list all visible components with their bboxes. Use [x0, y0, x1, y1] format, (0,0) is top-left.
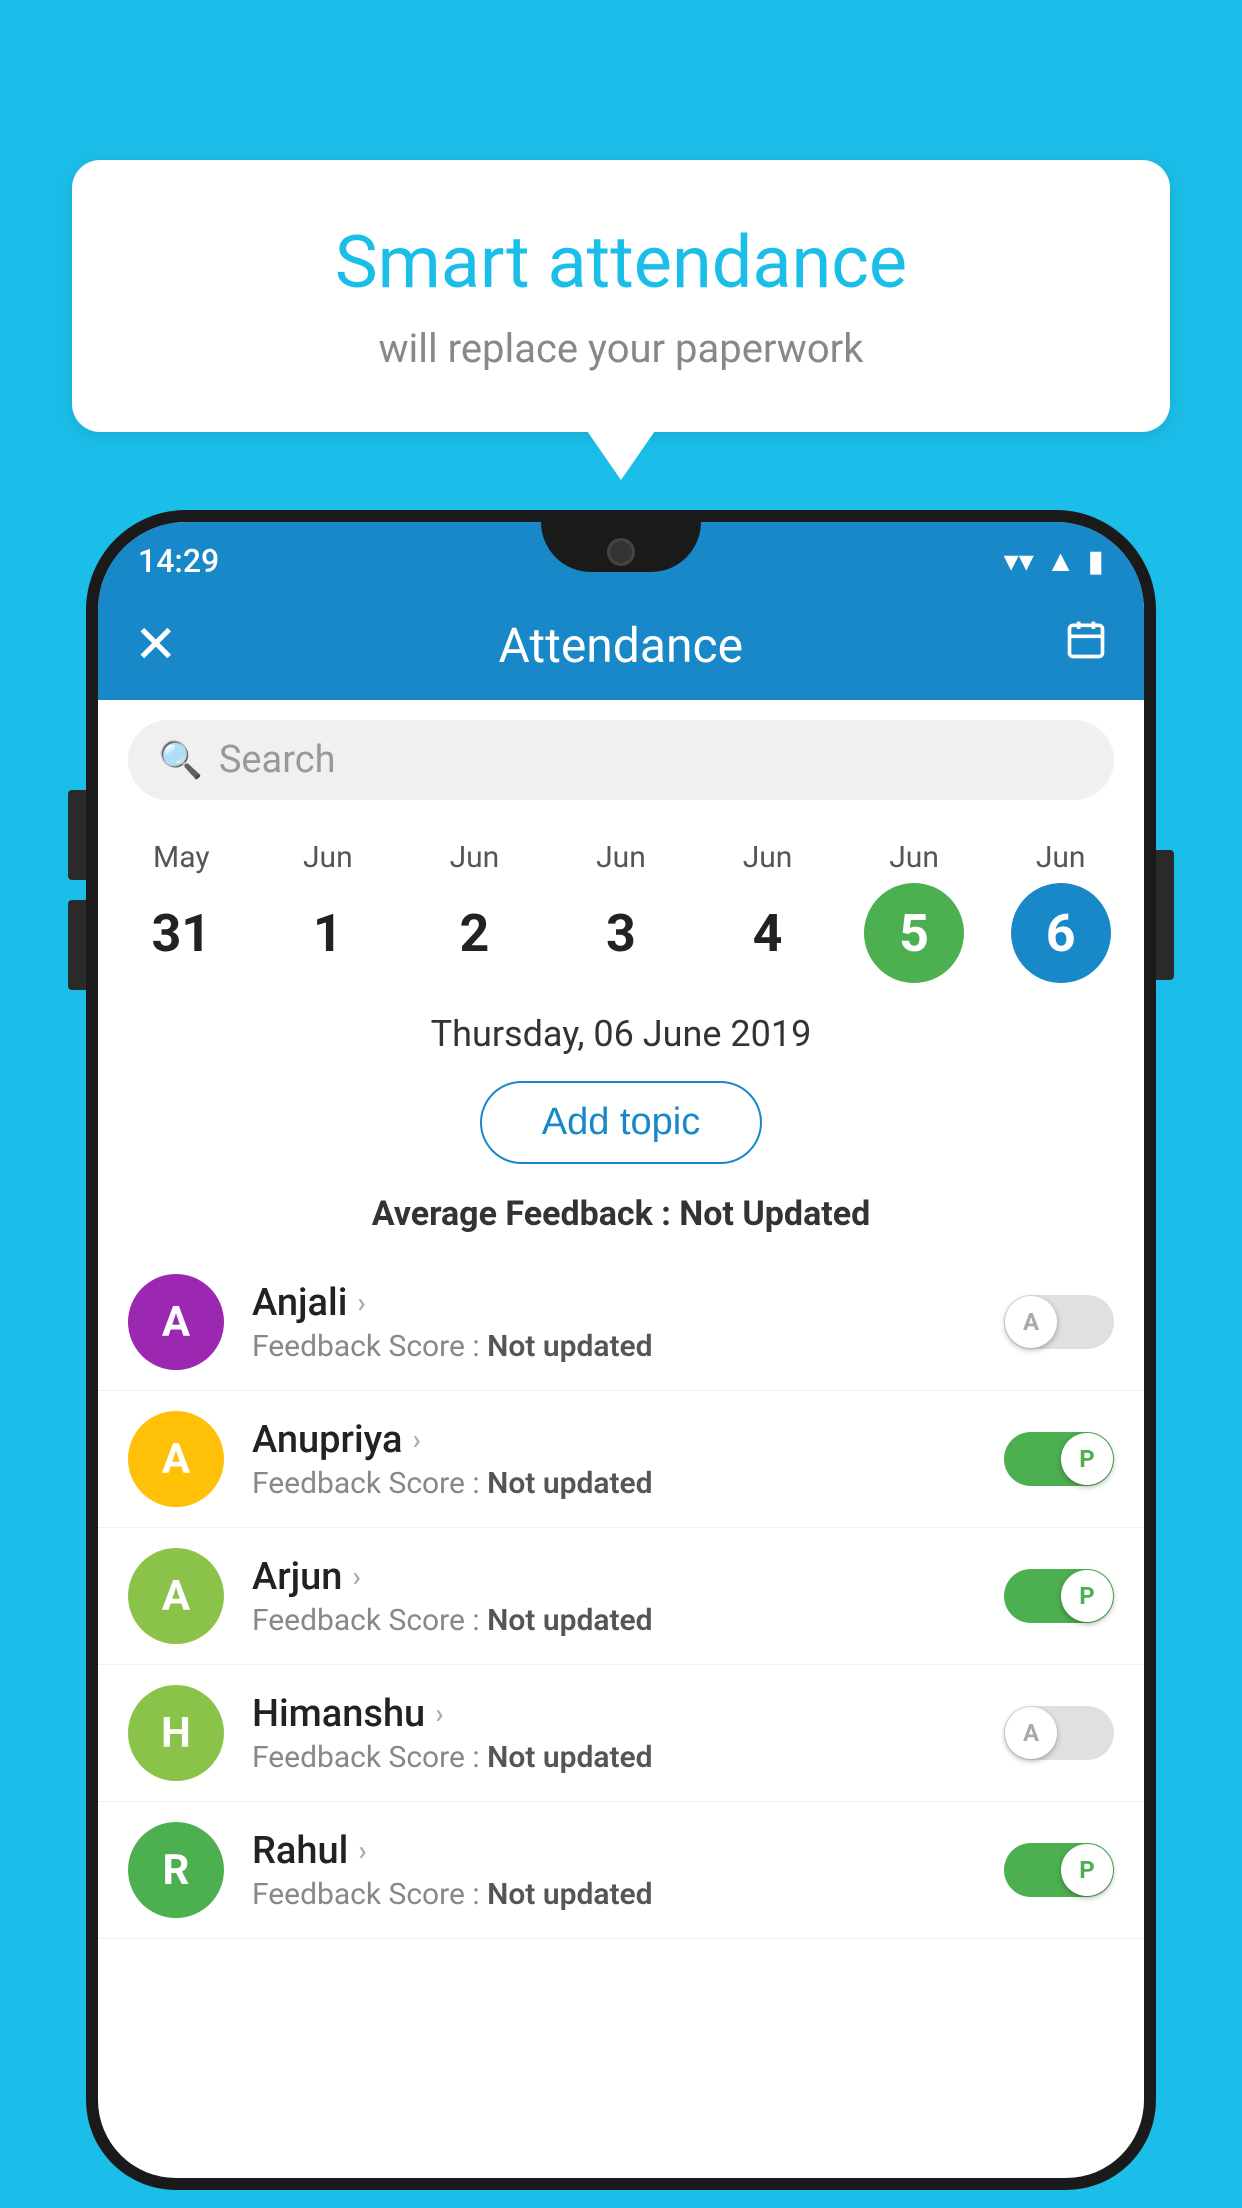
student-info: Arjun › Feedback Score : Not updated	[252, 1555, 976, 1638]
student-item[interactable]: A Anupriya › Feedback Score : Not updated P	[98, 1391, 1144, 1528]
calendar-button[interactable]	[1064, 618, 1108, 673]
cal-month-label: Jun	[743, 840, 793, 875]
calendar-strip: May 31 Jun 1 Jun 2 Jun 3 Jun 4 Jun 5 Jun 6	[98, 820, 1144, 993]
feedback-value: Not Updated	[679, 1194, 870, 1234]
student-info: Anjali › Feedback Score : Not updated	[252, 1281, 976, 1364]
speech-bubble-container: Smart attendance will replace your paper…	[72, 160, 1170, 432]
student-name: Anjali ›	[252, 1281, 976, 1325]
student-info: Rahul › Feedback Score : Not updated	[252, 1829, 976, 1912]
close-button[interactable]: ✕	[134, 619, 178, 671]
attendance-toggle[interactable]: P	[1004, 1569, 1114, 1623]
student-feedback: Feedback Score : Not updated	[252, 1740, 976, 1775]
cal-date-number: 3	[571, 883, 671, 983]
vol-down-btn	[68, 900, 86, 990]
cal-date-number: 5	[864, 883, 964, 983]
cal-date-number: 6	[1011, 883, 1111, 983]
vol-up-btn	[68, 790, 86, 880]
cal-month-label: May	[153, 840, 209, 875]
app-title: Attendance	[208, 617, 1034, 674]
student-item[interactable]: A Arjun › Feedback Score : Not updated P	[98, 1528, 1144, 1665]
chevron-icon: ›	[358, 1834, 366, 1867]
student-item[interactable]: H Himanshu › Feedback Score : Not updated A	[98, 1665, 1144, 1802]
attendance-toggle[interactable]: A	[1004, 1295, 1114, 1349]
speech-bubble: Smart attendance will replace your paper…	[72, 160, 1170, 432]
cal-day-3[interactable]: Jun 3	[561, 840, 681, 983]
chevron-icon: ›	[412, 1423, 420, 1456]
status-time: 14:29	[138, 532, 219, 580]
student-feedback: Feedback Score : Not updated	[252, 1603, 976, 1638]
student-name: Himanshu ›	[252, 1692, 976, 1736]
selected-date-label: Thursday, 06 June 2019	[98, 993, 1144, 1065]
chevron-icon: ›	[352, 1560, 360, 1593]
battery-icon: ▮	[1087, 544, 1104, 579]
app-bar: ✕ Attendance	[98, 590, 1144, 700]
status-icons: ▾▾ ▲ ▮	[1004, 534, 1104, 579]
cal-month-label: Jun	[596, 840, 646, 875]
search-icon: 🔍	[158, 739, 203, 781]
student-feedback: Feedback Score : Not updated	[252, 1466, 976, 1501]
avatar: A	[128, 1274, 224, 1370]
attendance-toggle[interactable]: P	[1004, 1432, 1114, 1486]
student-info: Himanshu › Feedback Score : Not updated	[252, 1692, 976, 1775]
search-container: 🔍 Search	[98, 700, 1144, 820]
bubble-subtitle: will replace your paperwork	[122, 325, 1120, 372]
student-feedback: Feedback Score : Not updated	[252, 1329, 976, 1364]
cal-day-4[interactable]: Jun 4	[708, 840, 828, 983]
cal-date-number: 31	[131, 883, 231, 983]
add-topic-button[interactable]: Add topic	[480, 1081, 762, 1164]
avatar: R	[128, 1822, 224, 1918]
avatar: A	[128, 1411, 224, 1507]
cal-day-1[interactable]: Jun 1	[268, 840, 388, 983]
add-topic-container: Add topic	[98, 1065, 1144, 1184]
avatar: H	[128, 1685, 224, 1781]
bubble-title: Smart attendance	[122, 220, 1120, 305]
search-placeholder: Search	[219, 738, 336, 782]
cal-date-number: 4	[718, 883, 818, 983]
cal-month-label: Jun	[889, 840, 939, 875]
student-list: AAnjali ›Feedback Score : Not updatedAAA…	[98, 1254, 1144, 1939]
cal-date-number: 2	[424, 883, 524, 983]
phone-notch	[541, 522, 701, 572]
student-info: Anupriya › Feedback Score : Not updated	[252, 1418, 976, 1501]
search-bar[interactable]: 🔍 Search	[128, 720, 1114, 800]
attendance-toggle[interactable]: P	[1004, 1843, 1114, 1897]
phone-frame: 14:29 ▾▾ ▲ ▮ ✕ Attendance	[86, 510, 1156, 2208]
phone-outer: 14:29 ▾▾ ▲ ▮ ✕ Attendance	[86, 510, 1156, 2190]
cal-day-6[interactable]: Jun 6	[1001, 840, 1121, 983]
volume-buttons	[68, 790, 86, 990]
cal-day-0[interactable]: May 31	[121, 840, 241, 983]
feedback-info: Average Feedback : Not Updated	[98, 1184, 1144, 1254]
power-button	[1156, 850, 1174, 980]
student-feedback: Feedback Score : Not updated	[252, 1877, 976, 1912]
cal-month-label: Jun	[303, 840, 353, 875]
cal-day-5[interactable]: Jun 5	[854, 840, 974, 983]
student-name: Arjun ›	[252, 1555, 976, 1599]
front-camera	[607, 538, 635, 566]
student-item[interactable]: A Anjali › Feedback Score : Not updated A	[98, 1254, 1144, 1391]
student-name: Anupriya ›	[252, 1418, 976, 1462]
attendance-toggle[interactable]: A	[1004, 1706, 1114, 1760]
wifi-icon: ▾▾	[1004, 544, 1034, 579]
chevron-icon: ›	[435, 1697, 443, 1730]
student-name: Rahul ›	[252, 1829, 976, 1873]
cal-day-2[interactable]: Jun 2	[414, 840, 534, 983]
signal-icon: ▲	[1046, 544, 1076, 579]
chevron-icon: ›	[357, 1286, 365, 1319]
feedback-label: Average Feedback :	[372, 1194, 671, 1234]
student-item[interactable]: R Rahul › Feedback Score : Not updated P	[98, 1802, 1144, 1939]
cal-date-number: 1	[278, 883, 378, 983]
cal-month-label: Jun	[1036, 840, 1086, 875]
avatar: A	[128, 1548, 224, 1644]
phone-screen: 14:29 ▾▾ ▲ ▮ ✕ Attendance	[98, 522, 1144, 2178]
cal-month-label: Jun	[450, 840, 500, 875]
